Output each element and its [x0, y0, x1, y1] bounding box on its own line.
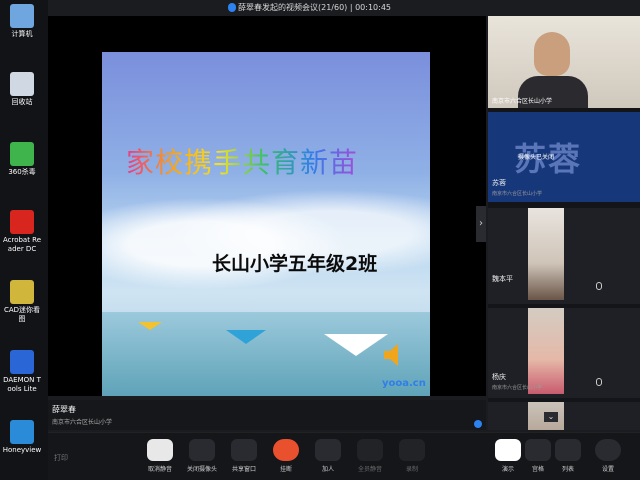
participant-panel: 南京市六合区长山小学 苏蓉 摄像头已关闭 苏蓉 南京市六合区长山小学 魏本平 杨… [488, 16, 640, 430]
share-screen-icon [231, 439, 257, 461]
paper-boat-icon [324, 334, 388, 356]
desktop-icon-360[interactable]: 360杀毒 [2, 142, 42, 177]
chevron-down-icon[interactable]: ⌄ [544, 412, 558, 422]
share-window-button[interactable]: 共享窗口 [224, 437, 264, 477]
lightning-icon [10, 350, 34, 374]
record-icon [399, 439, 425, 461]
screen: 计算机 回收站 360杀毒 Acrobat Reader DC CAD迷你看图 … [0, 0, 640, 480]
meeting-toolbar: 打印 取消静音 关闭摄像头 共享窗口 挂断 加人 全员静音 录制 演示 宫格 列… [48, 432, 640, 480]
desktop-icon-label: DAEMON Tools Lite [3, 376, 41, 393]
desktop-icon-label: Honeyview [2, 446, 42, 454]
desktop-icon-computer[interactable]: 计算机 [2, 4, 42, 39]
toolbar-label: 挂断 [279, 466, 292, 473]
desktop-icon-daemon[interactable]: DAEMON Tools Lite [2, 350, 42, 394]
window-titlebar: 薛翠春发起的视频会议(21/60) | 00:10:45 [48, 0, 640, 16]
microphone-icon [147, 439, 173, 461]
toolbar-label: 共享窗口 [231, 466, 256, 473]
toolbar-label: 取消静音 [147, 466, 172, 473]
toolbar-label: 设置 [601, 466, 614, 473]
desktop-icon-label: 360杀毒 [8, 168, 36, 176]
meeting-window: 薛翠春发起的视频会议(21/60) | 00:10:45 家校携手共育新苗 长山… [48, 0, 640, 480]
toolbar-label: 全员静音 [357, 466, 382, 473]
computer-icon [10, 4, 34, 28]
presenter-name: 薛翠春 [52, 405, 76, 414]
recycle-bin-icon [10, 72, 34, 96]
toolbar-label: 关闭摄像头 [186, 466, 217, 473]
pdf-icon [10, 210, 34, 234]
speaker-icon[interactable] [382, 342, 402, 368]
paper-boat-icon [226, 330, 266, 344]
participant-video [528, 208, 564, 300]
cad-icon [10, 280, 34, 304]
hangup-button[interactable]: 挂断 [266, 437, 306, 477]
add-person-button[interactable]: 加人 [308, 437, 348, 477]
slide-subtitle: 长山小学五年级2班 [212, 253, 378, 275]
desktop-icon-label: 计算机 [11, 30, 33, 38]
list-icon [555, 439, 581, 461]
desktop-icon-honeyview[interactable]: Honeyview [2, 420, 42, 455]
participant-name: 杨庆 [492, 373, 506, 381]
participant-org: 南京市六合区长山小学 [492, 385, 543, 391]
collapse-panel-button[interactable]: › [476, 206, 486, 242]
participant-tile[interactable]: ⌄ [488, 402, 640, 430]
participant-tile[interactable]: 杨庆 南京市六合区长山小学 [488, 308, 640, 398]
mute-all-button[interactable]: 全员静音 [350, 437, 390, 477]
slide-headline: 家校携手共育新苗 [126, 146, 359, 179]
desktop-icon-recycle-bin[interactable]: 回收站 [2, 72, 42, 107]
camera-off-caption: 摄像头已关闭 [518, 154, 555, 161]
slide-watermark: yooa.cn [382, 378, 426, 389]
security-icon [228, 3, 236, 12]
participant-name: 魏本平 [492, 275, 513, 283]
list-view-button[interactable]: 列表 [548, 437, 588, 477]
participant-video [528, 308, 564, 394]
add-person-icon [315, 439, 341, 461]
camera-icon [189, 439, 215, 461]
windows-icon [10, 420, 34, 444]
toolbar-left-text: 打印 [54, 454, 68, 462]
toolbar-label: 列表 [561, 466, 574, 473]
desktop-icon-acrobat[interactable]: Acrobat Reader DC [2, 210, 42, 254]
desktop-icon-label: 回收站 [11, 98, 33, 106]
microphone-icon [596, 378, 602, 386]
presenter-status-icon [474, 420, 482, 428]
desktop-icon-label: Acrobat Reader DC [2, 236, 42, 253]
meeting-title: 薛翠春发起的视频会议(21/60) | 00:10:45 [238, 3, 392, 12]
shield-icon [10, 142, 34, 166]
presenter-info: 薛翠春 南京市六合区长山小学 [48, 400, 486, 430]
gear-icon [595, 439, 621, 461]
stop-camera-button[interactable]: 关闭摄像头 [182, 437, 222, 477]
shared-screen-stage[interactable]: 家校携手共育新苗 长山小学五年级2班 yooa.cn › [48, 16, 486, 396]
unmute-button[interactable]: 取消静音 [140, 437, 180, 477]
paper-boat-icon [138, 322, 162, 330]
desktop-shortcuts: 计算机 回收站 360杀毒 Acrobat Reader DC CAD迷你看图 … [0, 0, 48, 480]
presentation-slide: 家校携手共育新苗 长山小学五年级2班 yooa.cn [102, 52, 430, 396]
presenter-org: 南京市六合区长山小学 [52, 419, 113, 426]
participant-video [488, 16, 640, 108]
desktop-icon-cad[interactable]: CAD迷你看图 [2, 280, 42, 324]
microphone-icon [596, 282, 602, 290]
toolbar-label: 加人 [321, 466, 334, 473]
participant-name: 苏蓉 [492, 179, 506, 187]
settings-button[interactable]: 设置 [588, 437, 628, 477]
desktop-icon-label: CAD迷你看图 [3, 306, 41, 323]
person-head [534, 32, 570, 76]
participant-org: 南京市六合区长山小学 [492, 191, 543, 197]
participant-tile[interactable]: 苏蓉 摄像头已关闭 苏蓉 南京市六合区长山小学 [488, 112, 640, 202]
participant-tile[interactable]: 魏本平 [488, 208, 640, 304]
hangup-icon [273, 439, 299, 461]
toolbar-label: 录制 [405, 466, 418, 473]
participant-caption: 南京市六合区长山小学 [492, 98, 553, 105]
mute-all-icon [357, 439, 383, 461]
participant-tile[interactable]: 南京市六合区长山小学 [488, 16, 640, 108]
record-button[interactable]: 录制 [392, 437, 432, 477]
